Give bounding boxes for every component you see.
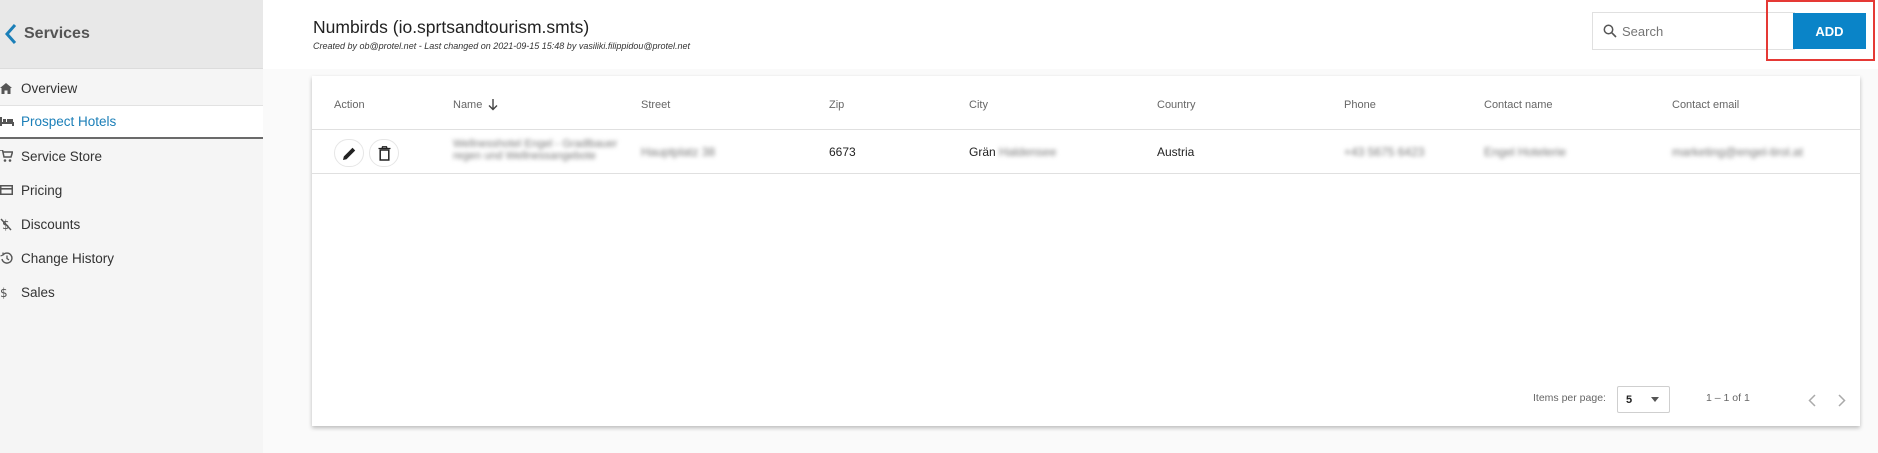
city-visible: Grän [969, 145, 996, 159]
sidebar-item-label: Prospect Hotels [21, 114, 117, 129]
next-page-button[interactable] [1830, 388, 1854, 412]
chevron-right-icon [1838, 393, 1846, 407]
cell-contact-name: Engel Hotelerie [1484, 145, 1567, 159]
delete-button[interactable] [369, 139, 399, 167]
sidebar-item-label: Pricing [21, 182, 63, 198]
page-meta: Created by ob@protel.net - Last changed … [313, 41, 691, 51]
cell-contact-email: marketing@engel-tirol.at [1672, 145, 1803, 159]
column-header-name[interactable]: Name [453, 99, 498, 111]
pencil-icon [342, 147, 355, 160]
app-root: Services Overview Prospect Hotels Servic… [0, 0, 1878, 453]
sidebar-item-label: Discounts [21, 216, 81, 232]
svg-text:$: $ [0, 286, 8, 299]
sidebar-item-overview[interactable]: Overview [0, 71, 263, 105]
page-size-value: 5 [1626, 393, 1633, 406]
table-header: Action Name Street Zip City Country Phon… [312, 76, 1860, 130]
chevron-left-icon [2, 21, 20, 47]
search-icon [1603, 24, 1617, 38]
table-row[interactable]: Wellnesshotel Engel - Gradlbauer regen u… [312, 130, 1860, 174]
chevron-left-icon [1808, 393, 1816, 407]
items-per-page-label: Items per page: [1533, 392, 1606, 404]
sidebar-item-label: Service Store [21, 148, 103, 164]
sidebar-nav: Overview Prospect Hotels Service Store P… [0, 71, 263, 309]
home-icon [0, 81, 21, 95]
column-header-contact-name: Contact name [1484, 99, 1553, 111]
sidebar-item-sales[interactable]: $ Sales [0, 275, 263, 309]
name-line-1: Wellnesshotel Engel - Gradlbauer [453, 138, 618, 150]
column-header-phone: Phone [1344, 99, 1376, 111]
no-dollar-icon: $ [0, 217, 21, 231]
services-back-button[interactable]: Services [0, 0, 263, 69]
name-line-2: regen und Wellnessangebote [453, 150, 596, 162]
sidebar-title: Services [24, 25, 90, 42]
cell-street: Hauptplatz 38 [641, 145, 716, 159]
search-box[interactable] [1592, 12, 1795, 50]
sidebar-item-service-store[interactable]: Service Store [0, 139, 263, 173]
sidebar-item-label: Overview [21, 80, 78, 96]
cell-country: Austria [1157, 145, 1195, 159]
sort-down-icon [488, 99, 498, 111]
page-title: Numbirds (io.sprtsandtourism.smts) [313, 17, 590, 37]
sidebar-item-prospect-hotels[interactable]: Prospect Hotels [0, 105, 263, 139]
prospect-hotels-table: Action Name Street Zip City Country Phon… [312, 76, 1860, 426]
cell-phone: +43 5675 6423 [1344, 145, 1425, 159]
column-header-contact-email: Contact email [1672, 99, 1740, 111]
cell-zip: 6673 [829, 145, 856, 159]
sidebar-item-discounts[interactable]: $ Discounts [0, 207, 263, 241]
column-header-zip: Zip [829, 99, 845, 111]
search-input[interactable] [1622, 23, 1772, 39]
add-button[interactable]: ADD [1793, 13, 1866, 49]
column-header-street: Street [641, 99, 671, 111]
sidebar-item-label: Sales [21, 284, 55, 300]
sidebar: Services Overview Prospect Hotels Servic… [0, 0, 263, 453]
page-range-label: 1 – 1 of 1 [1706, 392, 1750, 404]
column-header-city: City [969, 99, 988, 111]
page-size-select[interactable]: 5 [1617, 386, 1670, 413]
history-icon [0, 251, 21, 265]
previous-page-button[interactable] [1800, 388, 1824, 412]
card-icon [0, 183, 21, 197]
sidebar-item-label: Change History [21, 250, 115, 266]
column-header-action: Action [334, 99, 365, 111]
dollar-icon: $ [0, 285, 21, 299]
edit-button[interactable] [334, 139, 364, 167]
trash-icon [378, 145, 390, 161]
cell-city: Grän Haldensee [969, 145, 1056, 159]
column-header-country: Country [1157, 99, 1196, 111]
paginator: Items per page: 5 1 – 1 of 1 [312, 376, 1860, 416]
column-header-label: Name [453, 99, 483, 111]
cell-name: Wellnesshotel Engel - Gradlbauer regen u… [453, 138, 633, 162]
sidebar-item-pricing[interactable]: Pricing [0, 173, 263, 207]
caret-down-icon [1651, 397, 1659, 402]
city-blurred: Haldensee [999, 145, 1057, 159]
page-header: Numbirds (io.sprtsandtourism.smts) Creat… [263, 0, 1878, 69]
hotel-icon [0, 115, 21, 129]
sidebar-item-change-history[interactable]: Change History [0, 241, 263, 275]
cart-icon [0, 149, 21, 163]
